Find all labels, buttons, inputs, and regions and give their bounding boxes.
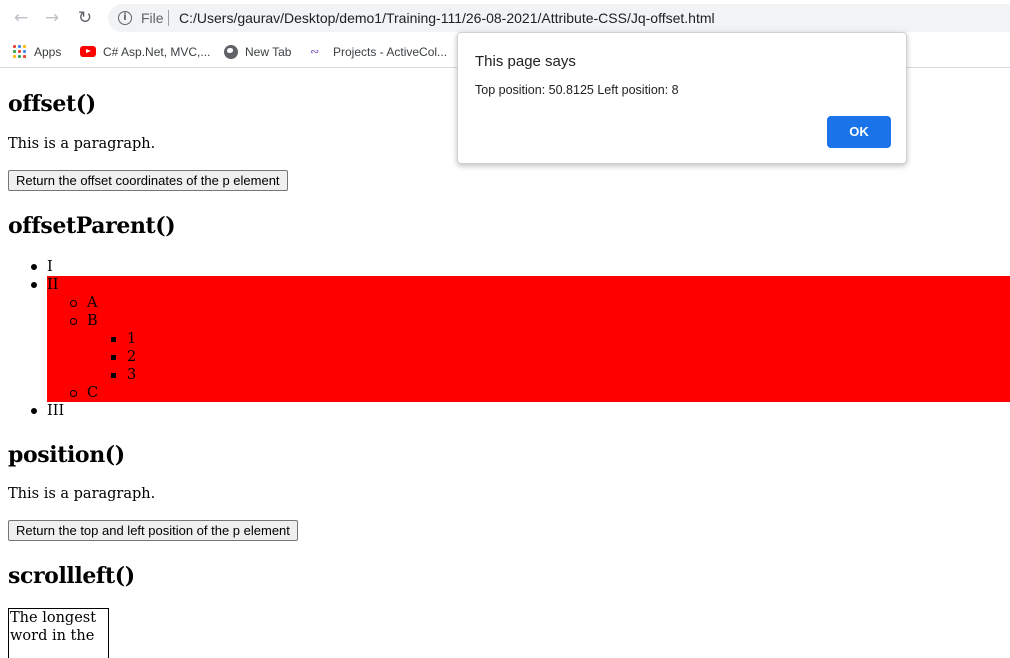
list-item-3: 3 <box>127 367 137 383</box>
bullet-disc <box>31 282 37 288</box>
position-button[interactable]: Return the top and left position of the … <box>8 520 298 541</box>
offset-paragraph: This is a paragraph. <box>8 136 156 152</box>
list-item-1: 1 <box>127 331 137 347</box>
list-item-c: C <box>87 385 99 401</box>
scheme-label: File <box>141 10 164 26</box>
highlighted-list-item <box>47 276 1010 402</box>
bullet-circle <box>70 390 77 397</box>
projects-icon: ∾ <box>310 44 320 58</box>
list-item-i: I <box>47 259 53 275</box>
bookmark-label: Apps <box>34 45 62 59</box>
ok-button[interactable]: OK <box>827 116 891 148</box>
scroll-box[interactable]: The longest word in the <box>8 608 109 658</box>
reload-icon[interactable]: ↻ <box>73 6 97 30</box>
list-item-2: 2 <box>127 349 137 365</box>
bookmark-apps[interactable]: Apps <box>13 43 61 61</box>
bookmark-label: New Tab <box>245 45 292 59</box>
bookmark-projects[interactable]: ∾ Projects - ActiveCol... <box>310 43 447 61</box>
offset-button[interactable]: Return the offset coordinates of the p e… <box>8 170 288 191</box>
bullet-disc <box>31 408 37 414</box>
info-icon[interactable]: i <box>118 11 132 25</box>
globe-icon <box>224 44 238 59</box>
list-item-ii: II <box>47 277 59 293</box>
url-text[interactable]: C:/Users/gaurav/Desktop/demo1/Training-1… <box>179 10 715 26</box>
position-paragraph: This is a paragraph. <box>8 486 156 502</box>
back-arrow-icon[interactable]: ← <box>9 6 33 30</box>
address-bar[interactable]: i File C:/Users/gaurav/Desktop/demo1/Tra… <box>108 4 1010 32</box>
bullet-square <box>111 355 116 360</box>
position-heading: position() <box>8 442 125 468</box>
youtube-icon <box>80 46 96 58</box>
list-item-a: A <box>87 295 98 311</box>
bookmark-csharp[interactable]: C# Asp.Net, MVC,... <box>80 43 210 61</box>
bullet-square <box>111 373 116 378</box>
forward-arrow-icon[interactable]: → <box>40 6 64 30</box>
bullet-disc <box>31 264 37 270</box>
bullet-circle <box>70 318 77 325</box>
bookmark-label: Projects - ActiveCol... <box>333 45 448 59</box>
bullet-circle <box>70 300 77 307</box>
apps-grid-icon <box>13 44 27 59</box>
alert-dialog: This page says Top position: 50.8125 Lef… <box>457 32 907 164</box>
list-item-iii: III <box>47 403 65 419</box>
browser-toolbar: ← → ↻ i File C:/Users/gaurav/Desktop/dem… <box>0 0 1010 36</box>
list-item-b: B <box>87 313 98 329</box>
bookmark-label: C# Asp.Net, MVC,... <box>103 45 211 59</box>
bullet-square <box>111 337 116 342</box>
offset-heading: offset() <box>8 91 96 117</box>
address-divider <box>168 10 169 26</box>
offset-parent-heading: offsetParent() <box>8 213 176 239</box>
dialog-message: Top position: 50.8125 Left position: 8 <box>475 83 679 97</box>
bookmark-new-tab[interactable]: New Tab <box>224 43 291 61</box>
dialog-title: This page says <box>475 53 576 70</box>
scrollleft-heading: scrollleft() <box>8 563 135 589</box>
